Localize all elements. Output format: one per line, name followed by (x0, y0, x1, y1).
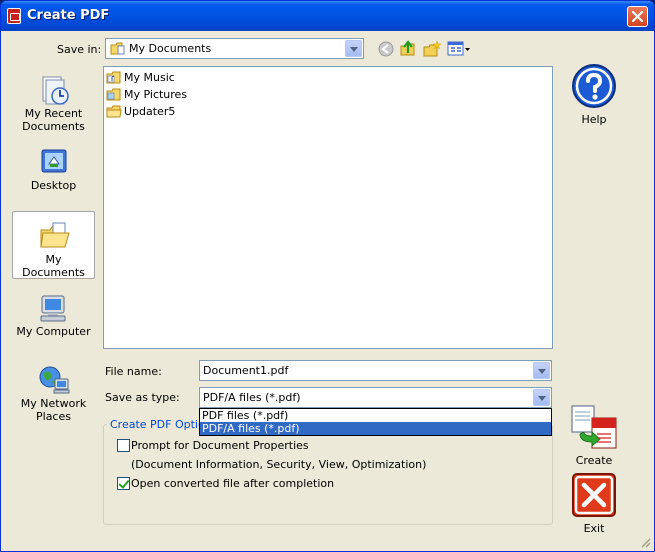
music-folder-icon (106, 71, 121, 84)
file-list[interactable]: My Music My Pictures Updater5 (103, 66, 553, 349)
file-name-value: Document1.pdf (203, 364, 289, 377)
resize-grip-icon[interactable] (639, 536, 651, 548)
my-documents-small-icon (110, 42, 125, 55)
pictures-folder-icon (106, 88, 121, 101)
create-button[interactable]: Create (567, 404, 621, 468)
prompt-properties-checkbox[interactable] (117, 439, 130, 452)
new-folder-icon[interactable] (423, 40, 441, 58)
prompt-properties-note: (Document Information, Security, View, O… (131, 458, 427, 471)
help-icon (572, 64, 616, 108)
dropdown-option-pdfa[interactable]: PDF/A files (*.pdf) (200, 422, 551, 435)
place-label: Desktop (30, 179, 77, 192)
save-as-type-value: PDF/A files (*.pdf) (203, 391, 301, 404)
chevron-down-icon (533, 389, 550, 406)
file-name-combo[interactable]: Document1.pdf (199, 360, 552, 381)
file-name-label: File name: (105, 365, 162, 378)
network-places-icon (39, 366, 70, 394)
place-my-computer[interactable]: My Computer (12, 284, 95, 352)
open-after-completion-label[interactable]: Open converted file after completion (131, 477, 334, 490)
chevron-down-icon (345, 40, 362, 57)
create-pdf-icon (571, 405, 617, 449)
close-button[interactable] (627, 6, 648, 27)
help-button[interactable]: Help (567, 61, 621, 127)
place-label: My Network Places (20, 397, 87, 423)
place-desktop[interactable]: Desktop (12, 138, 95, 206)
save-in-combo[interactable]: My Documents (105, 38, 364, 59)
places-bar: My Recent Documents Desktop My Documents (11, 66, 96, 426)
window-title: Create PDF (27, 8, 110, 23)
up-folder-icon[interactable] (399, 40, 417, 58)
place-network-places[interactable]: My Network Places (12, 356, 95, 424)
file-name: My Pictures (124, 88, 188, 101)
prompt-properties-label[interactable]: Prompt for Document Properties (131, 439, 309, 452)
chevron-down-icon (533, 362, 550, 379)
exit-icon (572, 473, 616, 517)
title-bar[interactable]: Create PDF (1, 1, 654, 31)
close-icon (632, 11, 643, 22)
open-after-completion-checkbox[interactable] (117, 477, 130, 490)
place-label: My Documents (22, 253, 85, 279)
my-computer-icon (40, 295, 66, 322)
exit-label: Exit (583, 522, 605, 535)
my-documents-icon (40, 222, 70, 248)
view-menu-icon[interactable] (447, 40, 471, 58)
save-in-value: My Documents (129, 42, 212, 55)
place-label: My Recent Documents (22, 107, 85, 133)
folder-icon (106, 105, 122, 118)
save-as-type-label: Save as type: (105, 391, 180, 404)
create-pdf-dialog: Create PDF Save in: My Documents My Rece… (0, 0, 655, 552)
place-my-documents[interactable]: My Documents (12, 211, 95, 279)
place-recent-documents[interactable]: My Recent Documents (12, 66, 95, 134)
recent-documents-icon (42, 76, 69, 105)
save-in-label: Save in: (57, 43, 102, 56)
file-name: Updater5 (124, 105, 176, 118)
save-as-type-dropdown-list[interactable]: PDF files (*.pdf) PDF/A files (*.pdf) (199, 408, 552, 436)
back-icon[interactable] (377, 40, 395, 58)
dropdown-option-pdf[interactable]: PDF files (*.pdf) (200, 409, 551, 422)
desktop-icon (41, 149, 67, 173)
create-label: Create (575, 454, 613, 467)
save-as-type-combo[interactable]: PDF/A files (*.pdf) (199, 387, 552, 408)
file-name: My Music (124, 71, 175, 84)
place-label: My Computer (16, 325, 91, 338)
help-label: Help (581, 113, 607, 126)
exit-button[interactable]: Exit (567, 472, 621, 536)
app-pdf-icon (7, 8, 21, 24)
